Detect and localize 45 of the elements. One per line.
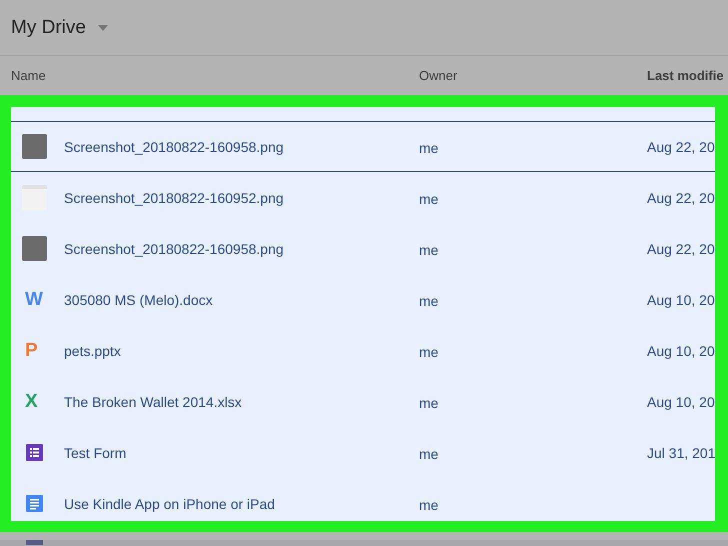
document-icon xyxy=(26,495,43,512)
file-row[interactable]: X The Broken Wallet 2014.xlsx me Aug 10, 20 xyxy=(11,376,715,427)
owner-cell-text: me xyxy=(419,190,440,206)
file-type-icon: X xyxy=(25,392,38,411)
modified-date: Aug 10, 20 xyxy=(647,292,715,308)
owner-cell-text: me xyxy=(419,292,440,308)
file-name: pets.pptx xyxy=(64,342,122,358)
file-row[interactable]: Screenshot_20180822-160958.png me Aug 22, 20 xyxy=(11,223,715,274)
owner-cell-text: me xyxy=(419,240,440,258)
file-type-icon: W xyxy=(25,290,43,309)
owner-cell-text: me xyxy=(419,444,440,462)
file-name: Screenshot_20180822-160952.png xyxy=(64,190,285,206)
modified-column-header[interactable]: Last modifie xyxy=(647,68,728,83)
file-name: Test Form xyxy=(64,444,128,460)
owner-cell-text: me xyxy=(419,138,440,156)
file-name: The Broken Wallet 2014.xlsx xyxy=(64,394,243,410)
modified-date: Jul 31, 201 xyxy=(647,444,716,460)
file-icon xyxy=(26,540,43,545)
drive-title[interactable]: My Drive xyxy=(11,16,86,38)
file-row[interactable]: P pets.pptx me Aug 10, 20 xyxy=(11,325,715,376)
file-name: 305080 MS (Melo).docx xyxy=(64,292,214,308)
file-row[interactable]: Test Form me Jul 31, 201 xyxy=(11,427,715,478)
owner-column-header[interactable]: Owner xyxy=(419,68,647,83)
image-thumbnail-icon xyxy=(22,236,47,261)
modified-date: Aug 10, 20 xyxy=(647,342,715,358)
file-name: Use Kindle App on iPhone or iPad xyxy=(64,496,276,512)
file-name: Screenshot_20180822-160958.png xyxy=(64,240,285,256)
file-row[interactable]: Screenshot_20180822-160952.png me Aug 22, 20 xyxy=(11,172,715,223)
modified-date: Aug 22, 20 xyxy=(647,138,715,154)
name-column-header[interactable]: Name xyxy=(11,68,419,83)
form-icon xyxy=(26,444,43,461)
file-name: Screenshot_20180822-160958.png xyxy=(64,138,285,154)
file-row[interactable]: Use Kindle App on iPhone or iPad me xyxy=(11,478,715,529)
modified-date: Aug 22, 20 xyxy=(647,240,715,256)
owner-cell-text: me xyxy=(419,496,440,512)
file-row[interactable]: W 305080 MS (Melo).docx me Aug 10, 20 xyxy=(11,274,715,325)
owner-cell-text: me xyxy=(419,394,440,410)
file-type-icon: P xyxy=(25,341,38,360)
image-thumbnail-icon xyxy=(22,134,47,159)
owner-cell-text: me xyxy=(419,342,440,360)
image-thumbnail-icon xyxy=(22,185,47,210)
modified-date: Aug 22, 20 xyxy=(647,190,715,206)
modified-date: Aug 10, 20 xyxy=(647,394,715,410)
file-row[interactable]: Screenshot_20180822-160958.png me Aug 22, 20 xyxy=(11,121,715,172)
caret-icon[interactable] xyxy=(98,24,108,30)
